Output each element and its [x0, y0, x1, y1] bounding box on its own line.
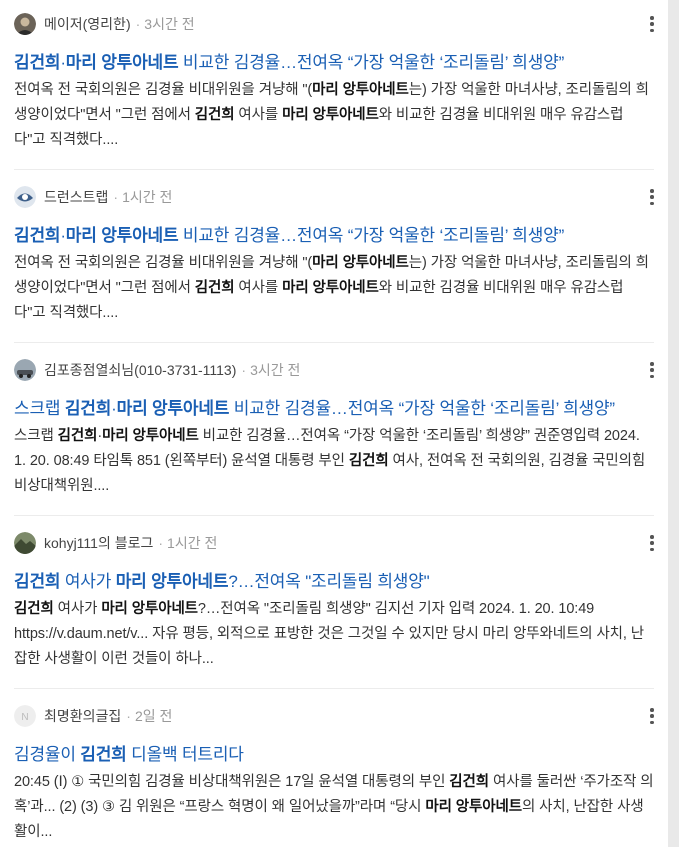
- text-segment: 여사가: [53, 601, 102, 617]
- text-segment: ?…전여옥 "조리돌림 희생양": [228, 572, 430, 591]
- result-meta: kohyj111의 블로그 · 1시간 전: [14, 532, 217, 554]
- text-segment: 비교한 김경율…전여옥 “가장 억울한 ‘조리돌림’ 희생양”: [178, 53, 565, 72]
- highlighted-keyword: 김건희: [194, 107, 235, 123]
- meta-separator: ·: [158, 535, 164, 551]
- author-avatar[interactable]: N: [14, 705, 36, 727]
- more-options-icon[interactable]: [650, 535, 654, 551]
- highlighted-keyword: 마리 앙투아네트: [425, 799, 522, 815]
- n-letter-avatar: N: [21, 712, 28, 723]
- author-avatar[interactable]: [14, 186, 36, 208]
- post-time: 2일 전: [134, 708, 173, 724]
- result-meta: 메이저(영리한) · 3시간 전: [14, 13, 195, 35]
- result-title-link[interactable]: 김경율이 김건희 디올백 터트리다: [14, 740, 244, 765]
- more-options-icon[interactable]: [650, 708, 654, 724]
- highlighted-keyword: 김건희: [348, 453, 389, 469]
- result-snippet: 스크랩 김건희·마리 앙투아네트 비교한 김경율…전여옥 “가장 억울한 ‘조리…: [14, 424, 654, 499]
- highlighted-keyword: 김건희: [80, 745, 127, 764]
- result-title-link[interactable]: 김건희·마리 앙투아네트 비교한 김경율…전여옥 “가장 억울한 ‘조리돌림’ …: [14, 48, 564, 73]
- meta-separator: ·: [113, 189, 119, 205]
- result-title-link[interactable]: 김건희 여사가 마리 앙투아네트?…전여옥 "조리돌림 희생양": [14, 567, 430, 592]
- text-segment: 김경율이: [14, 745, 81, 764]
- result-meta: 김포종점열쇠님(010-3731-1113) · 3시간 전: [14, 359, 300, 381]
- highlighted-keyword: 마리 앙투아네트: [116, 399, 230, 418]
- result-snippet: 20:45 (Ⅰ) ① 국민의힘 김경율 비상대책위원은 17일 윤석열 대통령…: [14, 770, 654, 845]
- more-options-icon[interactable]: [650, 16, 654, 32]
- highlighted-keyword: 마리 앙투아네트: [101, 601, 198, 617]
- highlighted-keyword: 마리 앙투아네트: [65, 226, 179, 245]
- author-avatar[interactable]: [14, 359, 36, 381]
- highlighted-keyword: 마리 앙투아네트: [65, 53, 179, 72]
- text-segment: 여사를: [234, 107, 283, 123]
- more-options-icon[interactable]: [650, 189, 654, 205]
- text-segment: 비교한 김경율…전여옥 “가장 억울한 ‘조리돌림’ 희생양”: [229, 399, 615, 418]
- divider: [14, 515, 654, 516]
- scrollbar[interactable]: [668, 0, 679, 847]
- result-title-link[interactable]: 김건희·마리 앙투아네트 비교한 김경율…전여옥 “가장 억울한 ‘조리돌림’ …: [14, 221, 564, 246]
- author-avatar[interactable]: [14, 13, 36, 35]
- result-snippet: 전여옥 전 국회의원은 김경율 비대위원을 겨냥해 "(마리 앙투아네트는) 가…: [14, 251, 654, 326]
- result-snippet: 전여옥 전 국회의원은 김경율 비대위원을 겨냥해 "(마리 앙투아네트는) 가…: [14, 78, 654, 153]
- highlighted-keyword: 김건희: [194, 280, 235, 296]
- highlighted-keyword: 마리 앙투아네트: [282, 107, 379, 123]
- meta-separator: ·: [126, 708, 131, 724]
- divider: [14, 342, 654, 343]
- text-segment: 전여옥 전 국회의원은 김경율 비대위원을 겨냥해 "(: [14, 255, 313, 271]
- meta-separator: ·: [135, 16, 141, 32]
- highlighted-keyword: 김건희: [14, 226, 61, 245]
- highlighted-keyword: 마리 앙투아네트: [312, 255, 409, 271]
- highlighted-keyword: 김건희: [64, 399, 112, 418]
- divider: [14, 169, 654, 170]
- text-segment: 디올백 터트리다: [126, 745, 244, 764]
- author-name[interactable]: 메이저(영리한): [44, 14, 131, 34]
- divider: [14, 688, 654, 689]
- post-time: 1시간 전: [167, 535, 218, 551]
- post-time: 1시간 전: [122, 189, 173, 205]
- text-segment: 전여옥 전 국회의원은 김경율 비대위원을 겨냥해 "(: [14, 82, 313, 98]
- highlighted-keyword: 김건희: [14, 53, 61, 72]
- text-segment: 20:45 (Ⅰ) ① 국민의힘 김경율 비상대책위원은 17일 윤석열 대통령…: [14, 774, 450, 790]
- text-segment: 스크랩: [14, 428, 58, 444]
- highlighted-keyword: 김건희: [57, 428, 98, 444]
- result-meta: N 최명환의글집 · 2일 전: [14, 705, 172, 727]
- result-snippet: 김건희 여사가 마리 앙투아네트?…전여옥 "조리돌림 희생양" 김지선 기자 …: [14, 597, 654, 672]
- highlighted-keyword: 마리 앙투아네트: [102, 428, 199, 444]
- text-segment: 스크랩: [14, 399, 65, 418]
- result-title-link[interactable]: 스크랩 김건희·마리 앙투아네트 비교한 김경율…전여옥 “가장 억울한 ‘조리…: [14, 394, 615, 419]
- meta-separator: ·: [241, 362, 247, 378]
- highlighted-keyword: 마리 앙투아네트: [282, 280, 379, 296]
- highlighted-keyword: 김건희: [14, 601, 54, 617]
- post-time: 3시간 전: [144, 16, 195, 32]
- highlighted-keyword: 마리 앙투아네트: [312, 82, 409, 98]
- more-options-icon[interactable]: [650, 362, 654, 378]
- author-name[interactable]: kohyj111의 블로그: [44, 533, 153, 553]
- post-time: 3시간 전: [250, 362, 301, 378]
- text-segment: 비교한 김경율…전여옥 “가장 억울한 ‘조리돌림’ 희생양”: [178, 226, 565, 245]
- text-segment: 여사가: [60, 572, 116, 591]
- text-segment: 여사를: [234, 280, 283, 296]
- highlighted-keyword: 김건희: [14, 572, 61, 591]
- result-meta: 드런스트랩 · 1시간 전: [14, 186, 172, 208]
- highlighted-keyword: 김건희: [449, 774, 490, 790]
- author-name[interactable]: 최명환의글집: [44, 706, 121, 726]
- author-name[interactable]: 김포종점열쇠님(010-3731-1113): [44, 360, 236, 380]
- highlighted-keyword: 마리 앙투아네트: [115, 572, 229, 591]
- author-name[interactable]: 드런스트랩: [44, 187, 108, 207]
- author-avatar[interactable]: [14, 532, 36, 554]
